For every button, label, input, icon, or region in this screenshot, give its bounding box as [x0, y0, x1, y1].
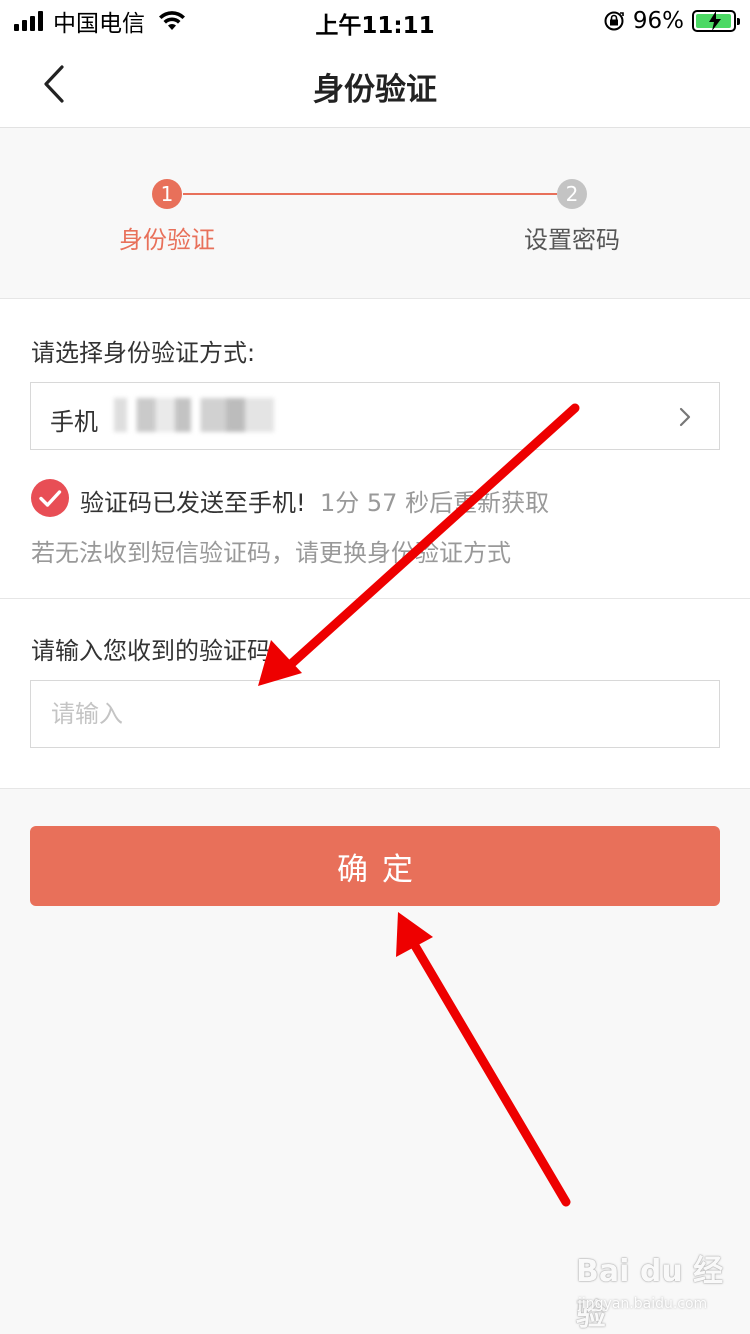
- confirm-button[interactable]: 确定: [30, 826, 720, 906]
- code-entry-label: 请输入您收到的验证码: [31, 637, 271, 665]
- baidu-jingyan-watermark: Bai du 经验 jingyan.baidu.com: [576, 1246, 726, 1333]
- step-connector-line: [183, 193, 557, 195]
- change-method-hint: 若无法收到短信验证码，请更换身份验证方式: [31, 539, 511, 567]
- step-2-dot: 2: [557, 179, 587, 209]
- status-bar: 中国电信 上午11:11 96%: [0, 0, 750, 42]
- masked-phone-number: [114, 398, 274, 432]
- verify-method-select[interactable]: 手机: [30, 382, 720, 450]
- watermark-logo: Bai du 经验: [576, 1254, 724, 1333]
- status-right: 96%: [603, 6, 740, 36]
- verify-method-label: 请选择身份验证方式:: [31, 339, 256, 367]
- chevron-right-icon: [679, 407, 691, 427]
- progress-stepper: 1 2 身份验证 设置密码: [0, 128, 750, 299]
- code-entry-section: 请输入您收到的验证码: [0, 599, 750, 789]
- nav-bar: 身份验证: [0, 42, 750, 128]
- selected-method: 手机: [50, 408, 98, 436]
- check-circle-icon: [31, 479, 69, 517]
- step-1-dot: 1: [152, 179, 182, 209]
- orientation-lock-icon: [604, 11, 624, 31]
- resend-countdown: 1分 57 秒后重新获取: [320, 489, 550, 517]
- annotation-arrow-to-button: [396, 912, 571, 1207]
- page-title: 身份验证: [313, 72, 437, 108]
- sms-sent-message: 验证码已发送至手机!: [80, 489, 306, 517]
- step-1-label: 身份验证: [119, 226, 215, 254]
- battery-percentage: 96%: [632, 8, 684, 34]
- watermark-url: jingyan.baidu.com: [578, 1296, 708, 1312]
- battery-icon: [692, 10, 740, 32]
- charging-bolt-icon: [709, 11, 721, 31]
- verify-method-section: 请选择身份验证方式: 手机 验证码已发送至手机! 1分 57 秒后重新获取 若无…: [0, 299, 750, 599]
- step-2-label: 设置密码: [524, 226, 620, 254]
- verification-code-input[interactable]: [30, 680, 720, 748]
- battery-fill: [696, 11, 731, 31]
